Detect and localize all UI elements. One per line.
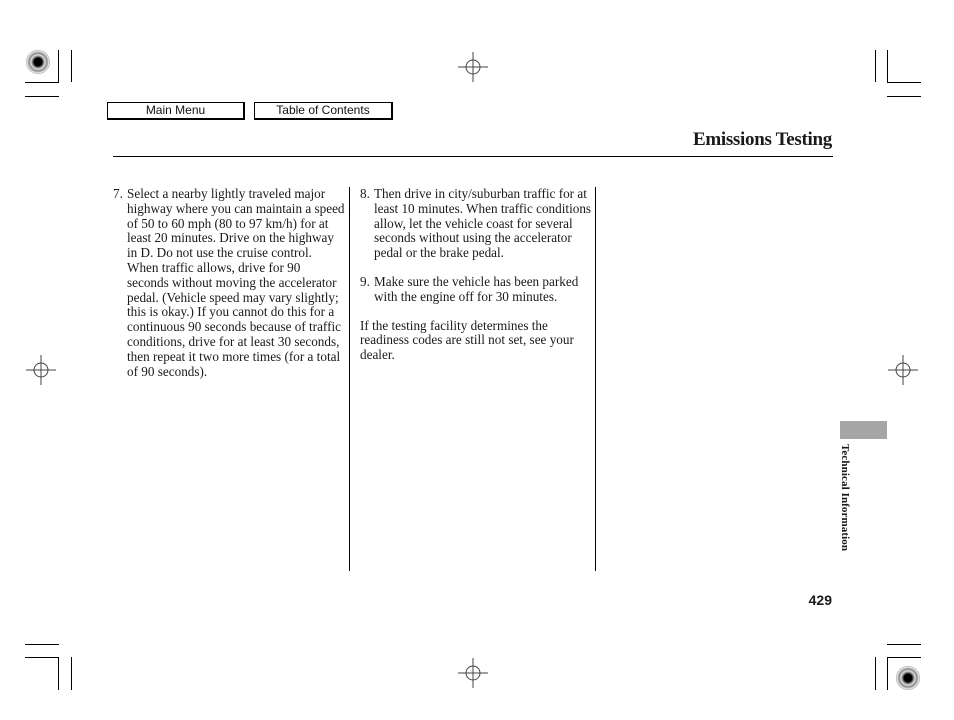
table-of-contents-button[interactable]: Table of Contents (254, 102, 393, 120)
main-menu-button[interactable]: Main Menu (107, 102, 245, 120)
list-item: 7. Select a nearby lightly traveled majo… (113, 186, 345, 379)
crosshair-mark-icon (888, 355, 918, 385)
crop-line (25, 96, 59, 97)
column-divider (349, 187, 350, 571)
step-text: Make sure the vehicle has been parked wi… (374, 273, 579, 304)
list-item: 9. Make sure the vehicle has been parked… (360, 273, 592, 305)
content-column-1: 7. Select a nearby lightly traveled majo… (113, 186, 345, 379)
note-text: If the testing facility determines the r… (360, 317, 574, 363)
crop-line (25, 657, 59, 658)
page-title: Emissions Testing (692, 129, 832, 150)
crop-line (71, 657, 72, 690)
registration-target-icon (896, 666, 920, 690)
step-number: 8. (360, 186, 370, 201)
crop-line (887, 82, 921, 83)
step-number: 9. (360, 273, 370, 289)
title-divider (113, 156, 833, 157)
crosshair-mark-icon (458, 658, 488, 688)
registration-target-icon (26, 50, 50, 74)
crop-line (887, 644, 921, 645)
section-tab-label: Technical Information (839, 444, 851, 552)
crop-line (25, 644, 59, 645)
crop-line (71, 50, 72, 82)
step-number: 7. (113, 186, 123, 201)
list-item: 8. Then drive in city/suburban traffic f… (360, 186, 592, 261)
page-number: 429 (808, 592, 832, 608)
crop-line (887, 96, 921, 97)
crop-line (875, 657, 876, 690)
crosshair-mark-icon (458, 52, 488, 82)
step-text: Then drive in city/suburban traffic for … (374, 186, 592, 261)
crop-line (887, 657, 921, 658)
crosshair-mark-icon (26, 355, 56, 385)
column-divider (595, 187, 596, 571)
crop-line (887, 50, 888, 83)
step-text: Select a nearby lightly traveled major h… (127, 186, 345, 379)
crop-line (875, 50, 876, 82)
content-column-2: 8. Then drive in city/suburban traffic f… (360, 186, 592, 363)
crop-line (58, 657, 59, 690)
crop-line (25, 82, 59, 83)
section-tab-marker[interactable] (840, 421, 887, 439)
crop-line (887, 657, 888, 690)
crop-line (58, 50, 59, 82)
